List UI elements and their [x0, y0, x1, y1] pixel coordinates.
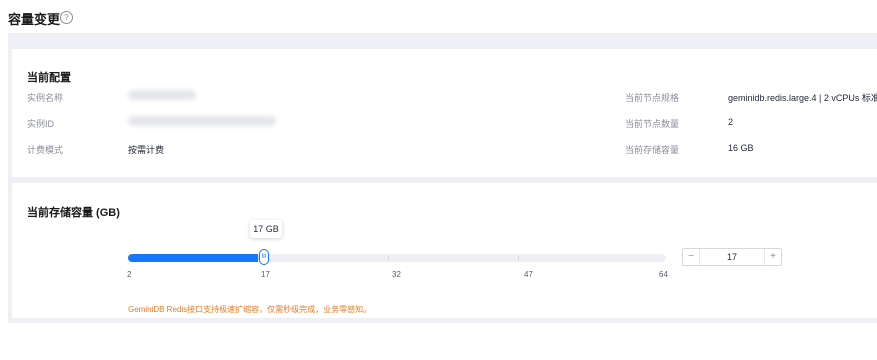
- node-spec-label: 当前节点规格: [625, 93, 680, 103]
- increase-button[interactable]: +: [764, 249, 781, 265]
- tick-label-17: 17: [261, 270, 270, 279]
- tick-label-47: 47: [524, 270, 533, 279]
- page-title: 容量变更: [8, 12, 61, 27]
- tick-label-32: 32: [392, 270, 401, 279]
- decrease-button[interactable]: −: [683, 249, 700, 265]
- node-count-label: 当前节点数量: [625, 119, 680, 129]
- tick-label-64: 64: [659, 270, 668, 279]
- billing-mode-value: 按需计费: [128, 145, 165, 155]
- billing-mode-label: 计费模式: [27, 145, 64, 155]
- slider-tick-mark: [388, 256, 389, 260]
- storage-stepper: − +: [682, 248, 782, 266]
- node-spec-value: geminidb.redis.large.4 | 2 vCPUs 标准型: [728, 93, 877, 103]
- slider-tooltip: 17 GB: [250, 220, 282, 238]
- current-config-card: [12, 49, 877, 177]
- storage-input[interactable]: [700, 249, 764, 265]
- instance-name-value-redacted: [128, 90, 196, 100]
- tick-label-2: 2: [127, 270, 132, 279]
- slider-tick-mark: [518, 256, 519, 260]
- current-config-title: 当前配置: [27, 72, 71, 84]
- notice-text: GeminiDB Redis接口支持极速扩缩容，仅需秒级完成，业务零感知。: [128, 305, 372, 314]
- storage-slider-track[interactable]: [128, 254, 666, 262]
- storage-section-title: 当前存储容量 (GB): [27, 207, 120, 219]
- instance-id-value-redacted: [128, 116, 276, 126]
- help-icon[interactable]: ?: [60, 11, 73, 24]
- storage-slider-handle[interactable]: III: [259, 249, 269, 265]
- node-count-value: 2: [728, 117, 734, 127]
- instance-name-label: 实例名称: [27, 93, 64, 103]
- storage-capacity-value: 16 GB: [728, 143, 754, 153]
- storage-slider-fill: [128, 254, 258, 262]
- storage-capacity-label: 当前存储容量: [625, 145, 680, 155]
- instance-id-label: 实例ID: [27, 119, 55, 129]
